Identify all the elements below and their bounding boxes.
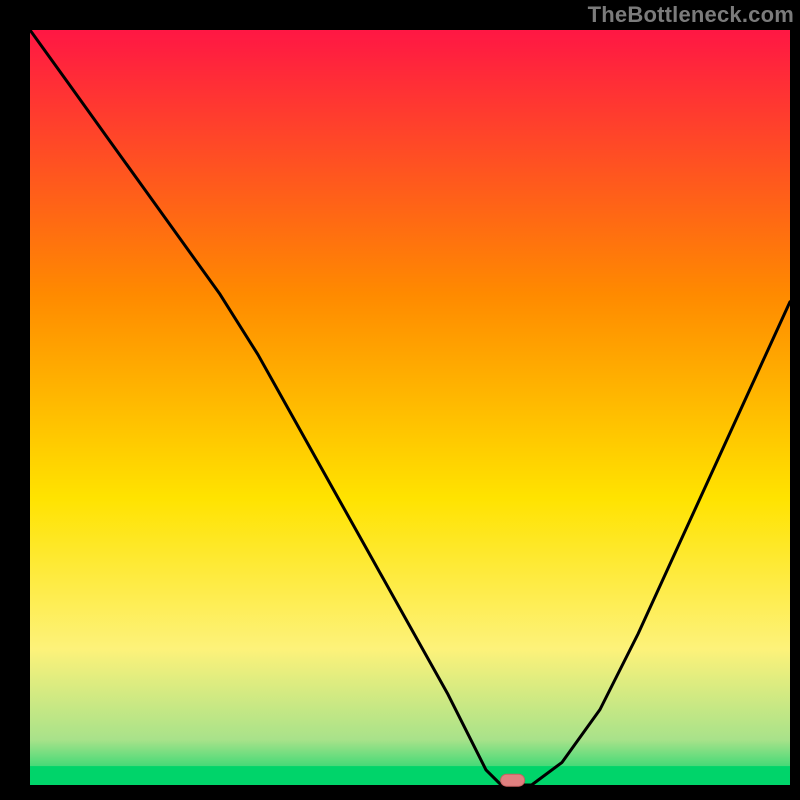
- chart-svg: [0, 0, 800, 800]
- plot-background: [30, 30, 790, 785]
- green-band: [30, 766, 790, 785]
- optimal-marker: [501, 774, 525, 786]
- watermark-text: TheBottleneck.com: [588, 2, 794, 28]
- chart-container: { "watermark": "TheBottleneck.com", "col…: [0, 0, 800, 800]
